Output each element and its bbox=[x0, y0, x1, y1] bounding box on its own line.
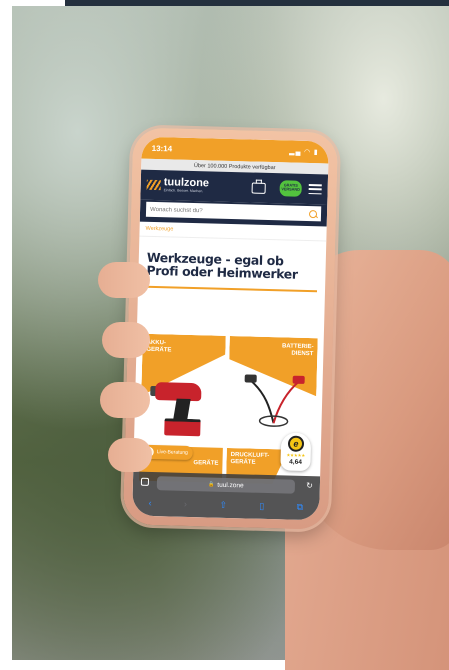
top-left-strip bbox=[0, 0, 65, 6]
browser-nav-row: ‹ › ⇧ ▯ ⧉ bbox=[132, 494, 319, 515]
status-time: 13:14 bbox=[151, 143, 173, 153]
signal-wifi-battery-icon: ▂▄ ◠ ▮ bbox=[289, 148, 319, 157]
impact-wrench-image bbox=[150, 372, 216, 437]
category-card-akku[interactable]: AKKU- GERÄTE bbox=[140, 333, 226, 444]
category-label: AKKU- GERÄTE bbox=[146, 339, 172, 353]
finger bbox=[108, 438, 152, 472]
logo-tagline: Einfach. Besser. Machen. bbox=[163, 188, 204, 194]
page-title: Werkzeuge - egal ob Profi oder Heimwerke… bbox=[146, 249, 298, 282]
promo-banner-text: Über 100.000 Produkte verfügbar bbox=[193, 162, 276, 171]
top-dark-strip bbox=[65, 0, 449, 6]
breadcrumb-item[interactable]: Werkzeuge bbox=[146, 226, 174, 233]
browser-toolbar: 🔒 tuul.zone ↻ ‹ › ⇧ ▯ ⧉ bbox=[132, 471, 321, 521]
finger bbox=[98, 262, 150, 298]
live-chat-label: Live-Beratung bbox=[156, 449, 188, 456]
logo-stripes-icon bbox=[146, 179, 161, 191]
back-icon[interactable]: ‹ bbox=[148, 498, 151, 508]
url-text: tuul.zone bbox=[217, 481, 244, 489]
reload-icon[interactable]: ↻ bbox=[306, 481, 313, 490]
title-divider bbox=[146, 285, 318, 292]
search-icon[interactable] bbox=[308, 209, 318, 218]
category-label: DRUCKLUFT- GERÄTE bbox=[230, 452, 270, 466]
tabs-icon[interactable]: ⧉ bbox=[297, 501, 304, 512]
trusted-shops-e-icon: e bbox=[287, 435, 305, 452]
site-header: tuulzone Einfach. Besser. Machen. GRATIS… bbox=[140, 169, 329, 205]
finger bbox=[102, 322, 150, 358]
category-label: BATTERIE- DIENST bbox=[281, 343, 314, 357]
search-box bbox=[145, 201, 322, 222]
site-logo[interactable]: tuulzone Einfach. Besser. Machen. bbox=[146, 176, 209, 194]
share-icon[interactable]: ⇧ bbox=[219, 499, 227, 510]
phone-screen: 13:14 ▂▄ ◠ ▮ Über 100.000 Produkte verfü… bbox=[132, 136, 329, 521]
jumper-cables-image bbox=[244, 374, 305, 427]
free-shipping-badge: GRATIS VERSAND bbox=[279, 180, 302, 197]
menu-icon[interactable] bbox=[308, 184, 322, 195]
tab-overview-icon[interactable] bbox=[140, 477, 150, 486]
forward-icon[interactable]: › bbox=[184, 499, 187, 509]
address-bar[interactable]: 🔒 tuul.zone bbox=[156, 476, 296, 494]
category-label: GERÄTE bbox=[193, 453, 219, 467]
category-card-batterie[interactable]: BATTERIE- DIENST bbox=[226, 335, 318, 447]
finger bbox=[100, 382, 150, 418]
lock-icon: 🔒 bbox=[208, 481, 215, 488]
search-input[interactable] bbox=[150, 206, 310, 217]
bookmarks-icon[interactable]: ▯ bbox=[259, 500, 264, 511]
toolbox-icon[interactable] bbox=[251, 182, 266, 194]
smartphone: 13:14 ▂▄ ◠ ▮ Über 100.000 Produkte verfü… bbox=[122, 127, 339, 530]
rating-score: 4,64 bbox=[289, 458, 302, 466]
trusted-shops-badge[interactable]: e ★★★★★ 4,64 bbox=[280, 432, 312, 472]
